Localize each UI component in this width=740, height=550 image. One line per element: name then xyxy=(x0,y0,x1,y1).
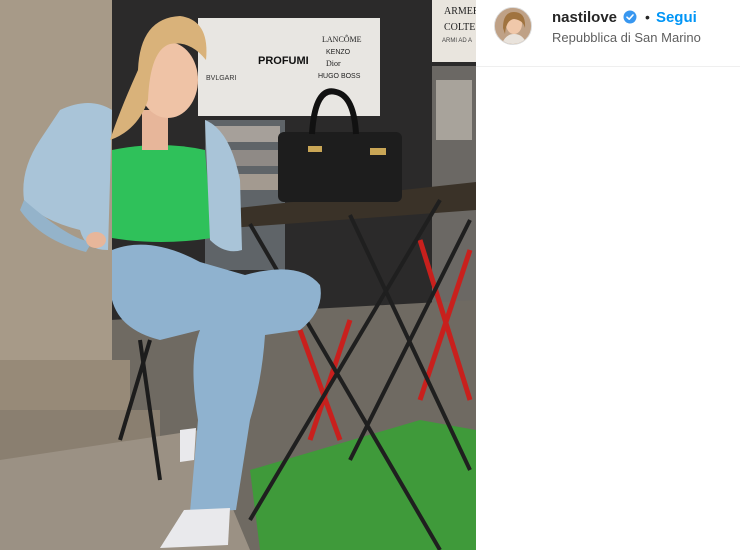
avatar[interactable] xyxy=(494,7,532,45)
shop-sign-line: ARMER xyxy=(444,6,476,17)
post-header: nastilove • Segui Repubblica di San Mari… xyxy=(494,4,734,48)
header-text: nastilove • Segui Repubblica di San Mari… xyxy=(552,7,701,46)
username-link[interactable]: nastilove xyxy=(552,9,617,26)
location-link[interactable]: Repubblica di San Marino xyxy=(552,30,701,45)
sign-line: LANCÔME xyxy=(322,34,362,44)
post-photo: BVLGARI PROFUMI LANCÔME KENZO Dior HUGO … xyxy=(0,0,476,550)
avatar-image xyxy=(495,8,531,44)
handbag xyxy=(278,132,402,202)
shop-sign-line: ARMI AD A xyxy=(442,38,472,44)
header-top-line: nastilove • Segui xyxy=(552,7,701,27)
sign-line: KENZO xyxy=(326,49,351,56)
header-divider xyxy=(476,66,740,67)
sign-line: HUGO BOSS xyxy=(318,73,361,80)
follow-button[interactable]: Segui xyxy=(656,9,697,26)
sign-line: Dior xyxy=(326,59,341,68)
post-side-panel: nastilove • Segui Repubblica di San Mari… xyxy=(476,0,740,550)
perfume-sign xyxy=(198,18,380,116)
sign-line: BVLGARI xyxy=(206,75,236,82)
green-top xyxy=(112,145,212,242)
shop-sign-line: COLTE xyxy=(444,22,475,33)
separator-dot: • xyxy=(645,9,650,25)
verified-badge-icon xyxy=(623,10,637,24)
sign-line: PROFUMI xyxy=(258,55,309,67)
post-image: BVLGARI PROFUMI LANCÔME KENZO Dior HUGO … xyxy=(0,0,476,550)
